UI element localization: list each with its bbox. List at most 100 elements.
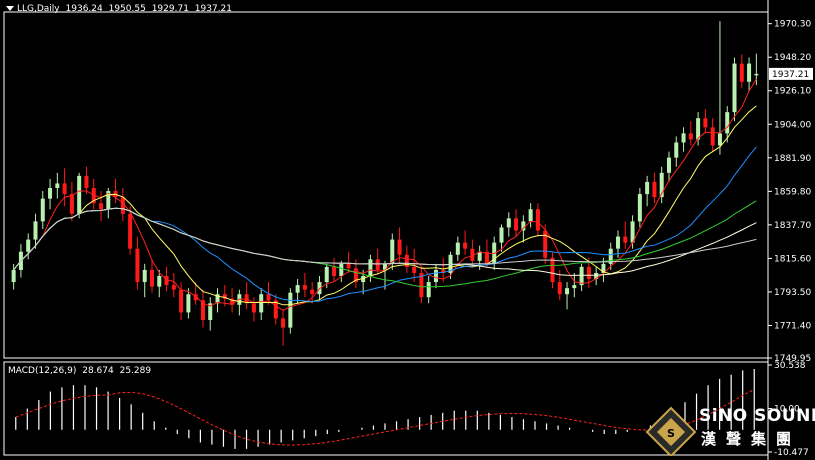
candle-body <box>251 303 256 313</box>
candle-body <box>157 275 162 287</box>
candle-body <box>688 133 693 140</box>
macd-label: MACD(12,26,9) <box>8 366 77 376</box>
candle-body <box>739 63 744 82</box>
high-value: 1950.55 <box>108 4 146 14</box>
macd-signal-value: 25.289 <box>119 366 152 376</box>
candle-body <box>84 175 89 188</box>
candle-body <box>543 230 548 258</box>
candle-body <box>288 292 293 328</box>
price-tick-label: 1948.20 <box>774 53 811 63</box>
chart-header: LLG,Daily 1936.24 1950.55 1929.71 1937.2… <box>6 4 235 14</box>
candle-body <box>33 221 38 240</box>
price-tick-label: 1815.60 <box>774 254 811 264</box>
brand-logo: S SiNO SOUND 漢聲集團 <box>643 404 815 456</box>
close-value: 1937.21 <box>194 4 233 14</box>
candle-body <box>463 242 468 249</box>
current-price-label: 1937.21 <box>772 70 809 80</box>
candle-body <box>281 318 286 328</box>
candle-body <box>725 112 730 134</box>
candle-body <box>346 263 351 269</box>
candle-body <box>586 266 591 280</box>
candle-body <box>528 209 533 222</box>
collapse-triangle-icon[interactable] <box>6 6 14 11</box>
macd-main-value: 28.674 <box>82 366 114 376</box>
candle-body <box>40 198 45 222</box>
candle-body <box>375 259 380 270</box>
candle-body <box>69 194 74 214</box>
candle-body <box>557 282 562 295</box>
price-tick-label: 1970.30 <box>774 20 811 30</box>
candle-body <box>514 218 519 231</box>
candle-body <box>149 269 154 287</box>
price-tick-label: 1837.70 <box>774 221 811 231</box>
candle-body <box>645 181 650 195</box>
candle-body <box>499 227 504 243</box>
candle-body <box>710 127 715 146</box>
candle-body <box>579 266 584 286</box>
symbol-label: LLG,Daily <box>17 4 60 14</box>
candle-body <box>732 63 737 113</box>
logo-subtitle: 漢聲集團 <box>701 430 802 448</box>
candle-body <box>703 118 708 128</box>
candle-body <box>506 218 511 228</box>
candle-body <box>616 236 621 249</box>
macd-header: MACD(12,26,9) 28.674 25.289 <box>8 366 154 376</box>
candle-body <box>128 213 133 249</box>
price-tick-label: 1859.80 <box>774 187 811 197</box>
candle-body <box>186 294 191 313</box>
candle-body <box>368 259 373 276</box>
candle-body <box>674 142 679 158</box>
candle-body <box>747 63 752 82</box>
candle-body <box>266 294 271 301</box>
price-axis: 1970.30 1948.20 1926.10 1904.00 1881.90 1859.… <box>768 20 813 364</box>
candle-body <box>535 209 540 231</box>
candle-body <box>433 269 438 283</box>
candle-body <box>754 73 759 76</box>
candle-body <box>390 239 395 264</box>
candle-body <box>26 239 31 252</box>
macd-tick-label: 30.538 <box>774 361 806 371</box>
candle-body <box>142 269 147 283</box>
candle-body <box>666 157 671 173</box>
candle-body <box>135 248 140 283</box>
chart-frame <box>3 0 769 460</box>
candle-series <box>11 21 759 346</box>
candle-body <box>62 183 67 195</box>
candle-body <box>332 266 337 276</box>
candle-body <box>412 266 417 273</box>
chart-canvas: 1970.30 1948.20 1926.10 1904.00 1881.90 1859.… <box>3 0 813 460</box>
candle-body <box>295 285 300 293</box>
price-tick-label: 1771.40 <box>774 321 811 331</box>
candle-body <box>455 242 460 255</box>
candle-body <box>99 203 104 210</box>
candle-body <box>48 187 53 199</box>
ma120-line <box>13 207 757 271</box>
candle-body <box>77 175 82 214</box>
logo-title: SiNO SOUND <box>699 406 815 426</box>
candle-body <box>426 282 431 298</box>
candle-body <box>696 118 701 140</box>
candle-body <box>637 194 642 222</box>
candle-body <box>717 133 722 146</box>
low-value: 1929.71 <box>151 4 189 14</box>
diamond-logo-icon: S <box>645 406 697 456</box>
candle-body <box>397 239 402 255</box>
svg-text:S: S <box>667 427 675 440</box>
candle-body <box>572 285 577 289</box>
candle-body <box>324 266 329 283</box>
open-value: 1936.24 <box>65 4 103 14</box>
price-tick-label: 1881.90 <box>774 154 811 164</box>
candle-body <box>11 269 16 283</box>
candle-body <box>55 183 60 188</box>
candle-body <box>179 289 184 313</box>
candle-body <box>120 197 125 214</box>
candle-body <box>550 257 555 283</box>
price-tick-label: 1926.10 <box>774 87 811 97</box>
candle-body <box>339 263 344 276</box>
candle-body <box>259 294 264 313</box>
candle-body <box>565 288 570 295</box>
candle-body <box>623 236 628 243</box>
candle-body <box>652 181 657 198</box>
price-tick-label: 1793.50 <box>774 288 811 298</box>
price-tick-label: 1904.00 <box>774 120 811 130</box>
